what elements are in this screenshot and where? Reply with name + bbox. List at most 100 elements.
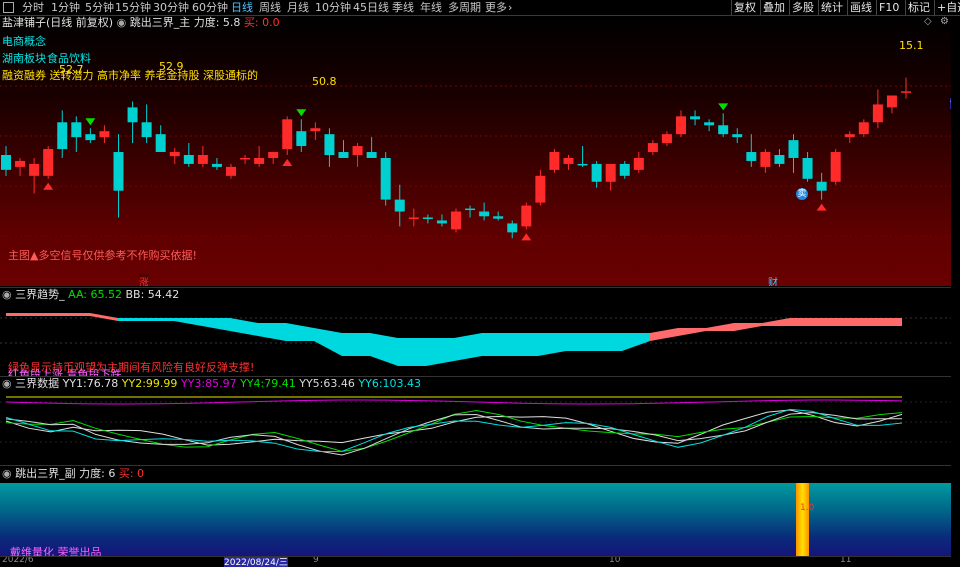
- menu-icon[interactable]: [3, 2, 14, 13]
- multi-stock-button[interactable]: 多股: [789, 0, 816, 15]
- date-axis: 2022/6 2022/08/24/三 9 10 11: [0, 556, 951, 567]
- candle: [408, 208, 419, 227]
- candlestick-chart[interactable]: [0, 16, 951, 286]
- candle-body: [577, 163, 588, 166]
- date-start: 2022/6: [2, 556, 34, 565]
- signal-bar[interactable]: [796, 483, 809, 556]
- tab-15min[interactable]: 15分钟: [115, 1, 151, 14]
- candle-body: [802, 157, 813, 179]
- sub-panel[interactable]: 1.0 ◉ 跳出三界_副 力度: 6 买: 0 戴维量化 荣誉出品: [0, 465, 951, 556]
- candle-body: [774, 155, 785, 164]
- month-10: 10: [609, 556, 621, 565]
- trend-segment: [202, 318, 230, 331]
- candle: [901, 77, 911, 99]
- diamond-icon[interactable]: ◇: [924, 16, 932, 27]
- tab-60min[interactable]: 60分钟: [192, 1, 228, 14]
- trend-panel[interactable]: ◉ 三界趋势_ AA: 65.52 BB: 54.42 绿色显示持币观望为主期间…: [0, 287, 951, 376]
- settings-icon[interactable]: ⚙: [940, 16, 949, 27]
- candle: [324, 128, 335, 167]
- sub-toggle-icon[interactable]: ◉: [2, 467, 12, 480]
- candle: [127, 101, 138, 144]
- candle-body: [394, 199, 405, 212]
- concept-ecommerce: 电商概念: [2, 35, 46, 48]
- candle: [844, 131, 855, 144]
- candle: [113, 134, 124, 218]
- trend-segment: [426, 338, 454, 366]
- trend-segment: [482, 333, 510, 356]
- right-axis-label: 95: [950, 98, 951, 109]
- tab-45day[interactable]: 45日线: [353, 1, 389, 14]
- sub-force-label: 力度:: [79, 467, 105, 480]
- marker-cai[interactable]: 财: [768, 274, 778, 286]
- force-value: 5.8: [222, 16, 241, 29]
- candle-body: [493, 216, 504, 219]
- candle-body: [43, 149, 54, 176]
- candle-body: [183, 155, 194, 164]
- price-label-50-8: 50.8: [312, 75, 337, 88]
- brand-text: 戴维量化 荣誉出品: [10, 546, 102, 556]
- marker-mai[interactable]: 卖: [796, 188, 808, 200]
- candle: [465, 205, 476, 218]
- candle-body: [535, 175, 546, 203]
- tab-quarterly[interactable]: 季线: [392, 1, 414, 14]
- candle-body: [282, 119, 293, 150]
- trend-name: 三界趋势_: [15, 288, 65, 301]
- trend-toggle-icon[interactable]: ◉: [2, 288, 12, 301]
- candle: [788, 134, 799, 173]
- fuquan-button[interactable]: 复权: [731, 0, 758, 15]
- tab-daily[interactable]: 日线: [231, 1, 253, 14]
- trend-segment: [230, 318, 258, 336]
- data-panel[interactable]: ◉ 三界数据 YY1:76.78 YY2:99.99 YY3:85.97 YY4…: [0, 376, 951, 465]
- trend-segment: [146, 318, 174, 321]
- yy4-value: 79.41: [264, 377, 296, 390]
- disclaimer-text: 主图▲多空信号仅供参考不作购买依据!: [8, 249, 197, 262]
- tab-fenshi[interactable]: 分时: [22, 1, 44, 14]
- data-panel-name: 三界数据: [15, 377, 60, 390]
- bb-value: 54.42: [147, 288, 180, 301]
- candle: [647, 140, 658, 155]
- tab-monthly[interactable]: 月线: [287, 1, 309, 14]
- multi-line-chart[interactable]: [0, 377, 951, 465]
- trend-segment: [762, 318, 790, 326]
- tab-weekly[interactable]: 周线: [259, 1, 281, 14]
- candle: [394, 184, 405, 227]
- tab-yearly[interactable]: 年线: [420, 1, 442, 14]
- tab-5min[interactable]: 5分钟: [85, 1, 114, 14]
- chevron-right-icon[interactable]: ›: [508, 1, 512, 14]
- candle-body: [465, 208, 476, 211]
- candle-body: [591, 163, 602, 182]
- candle-body: [844, 134, 855, 138]
- yy5-label: YY5:: [299, 377, 324, 390]
- main-chart-panel[interactable]: 盐津铺子(日线 前复权) ◉ 跳出三界_主 力度: 5.8 买: 0.0 ◇ ⚙…: [0, 16, 951, 286]
- sell-signal-icon: [718, 103, 729, 111]
- tab-1min[interactable]: 1分钟: [51, 1, 80, 14]
- candle: [816, 172, 827, 200]
- tab-more[interactable]: 更多: [485, 1, 507, 14]
- mark-button[interactable]: 标记: [905, 0, 932, 15]
- trend-segment: [6, 313, 34, 316]
- candle-body: [746, 152, 757, 161]
- stats-button[interactable]: 统计: [818, 0, 845, 15]
- candle-body: [563, 157, 574, 164]
- candle: [732, 128, 743, 144]
- draw-line-button[interactable]: 画线: [847, 0, 874, 15]
- indicator-toggle-icon[interactable]: ◉: [117, 16, 127, 29]
- overlay-button[interactable]: 叠加: [760, 0, 787, 15]
- candle-body: [240, 157, 251, 160]
- tab-10min[interactable]: 10分钟: [315, 1, 351, 14]
- candle-body: [366, 152, 377, 158]
- candle: [605, 163, 616, 191]
- marker-zhang[interactable]: 涨: [139, 274, 149, 286]
- trend-segment: [314, 328, 342, 356]
- candle: [183, 143, 194, 167]
- tab-30min[interactable]: 30分钟: [153, 1, 189, 14]
- tab-multi-period[interactable]: 多周期: [448, 1, 481, 14]
- add-favorite-button[interactable]: +自选: [934, 0, 960, 15]
- candle-body: [647, 143, 658, 153]
- trend-segment: [118, 318, 146, 321]
- candle-body: [85, 134, 96, 141]
- candle: [619, 160, 630, 179]
- f10-button[interactable]: F10: [876, 0, 901, 15]
- data-toggle-icon[interactable]: ◉: [2, 377, 12, 390]
- candle: [451, 208, 461, 233]
